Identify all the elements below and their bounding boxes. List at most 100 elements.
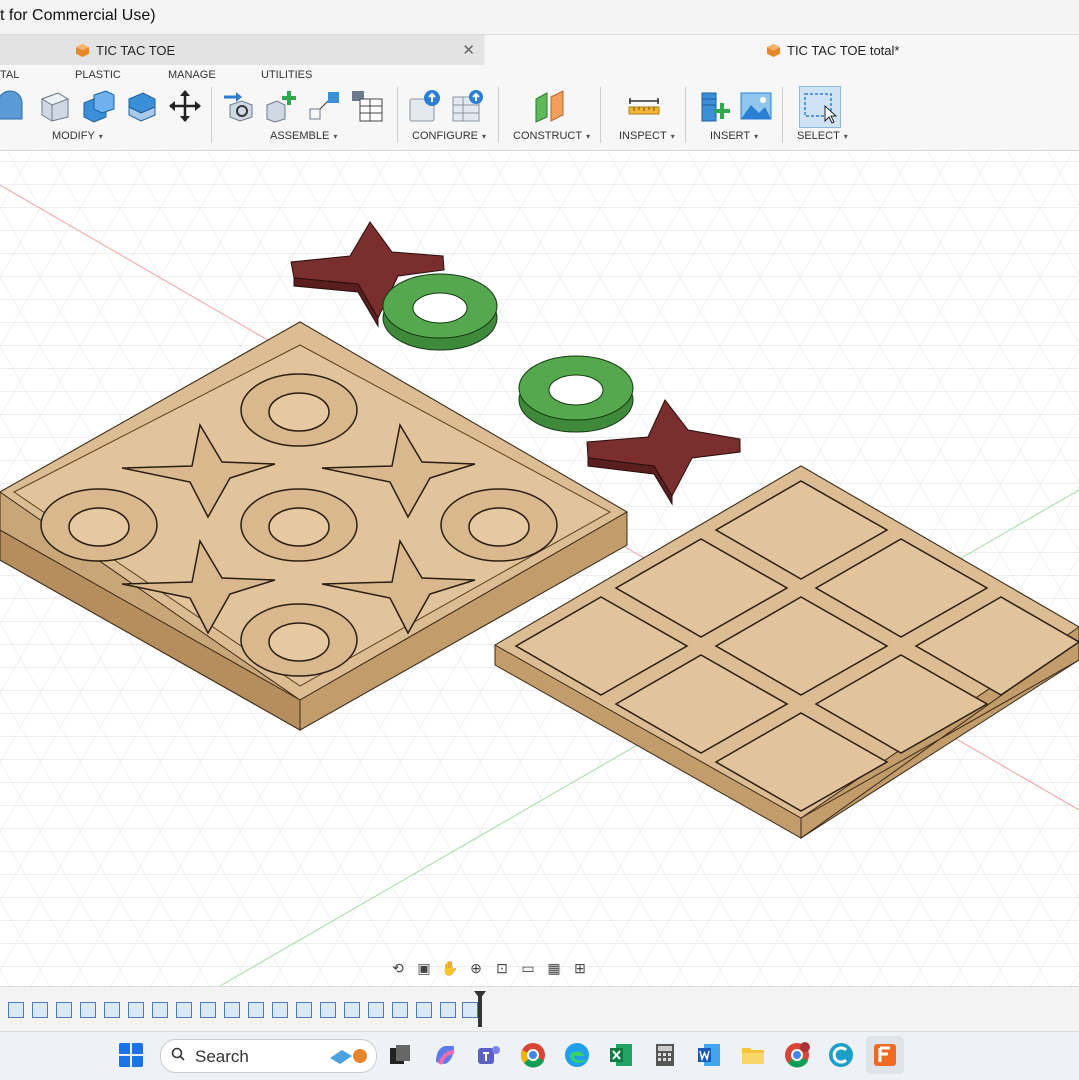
window-select-icon (804, 93, 837, 124)
grid-settings-icon[interactable]: ▦ (544, 959, 564, 977)
insert-menu[interactable]: INSERT ▾ (710, 130, 758, 142)
o-piece[interactable] (518, 355, 634, 433)
divider (600, 87, 601, 143)
timeline-feature[interactable] (462, 1002, 478, 1018)
search-highlight-icon (330, 1049, 367, 1064)
divider (211, 87, 212, 143)
timeline-feature[interactable] (392, 1002, 408, 1018)
navigation-bar: ⟲ ▣ ✋ ⊕ ⊡ ▭ ▦ ⊞ (388, 955, 590, 981)
o-piece[interactable] (382, 273, 498, 351)
timeline-feature[interactable] (8, 1002, 24, 1018)
as-built-joint-icon[interactable] (308, 89, 342, 123)
display-settings-icon[interactable]: ▭ (518, 959, 538, 977)
timeline-feature[interactable] (224, 1002, 240, 1018)
shell-icon[interactable] (125, 89, 159, 123)
word-icon[interactable] (696, 1042, 722, 1068)
close-icon[interactable]: ✕ (462, 41, 475, 59)
windows-start-icon[interactable] (118, 1042, 144, 1068)
look-at-icon[interactable]: ▣ (414, 959, 434, 977)
timeline-feature[interactable] (80, 1002, 96, 1018)
combine-icon[interactable] (82, 89, 116, 123)
timeline-feature[interactable] (320, 1002, 336, 1018)
construct-plane-icon[interactable] (533, 89, 567, 123)
copilot-icon[interactable] (432, 1042, 458, 1068)
timeline-feature[interactable] (296, 1002, 312, 1018)
chevron-down-icon: ▾ (482, 132, 487, 141)
modify-menu[interactable]: MODIFY ▾ (52, 130, 103, 142)
configure-menu[interactable]: CONFIGURE ▾ (412, 130, 486, 142)
canvas-scene[interactable] (0, 151, 1079, 986)
ribbon-tab-metal[interactable]: TAL (0, 69, 19, 81)
chrome-icon[interactable] (520, 1042, 546, 1068)
ribbon-tab-plastic[interactable]: PLASTIC (75, 69, 121, 81)
timeline-feature[interactable] (104, 1002, 120, 1018)
chrome-profile-icon[interactable] (784, 1042, 810, 1068)
viewports-icon[interactable]: ⊞ (570, 959, 590, 977)
fusion-taskbar-button[interactable] (866, 1036, 904, 1074)
timeline-feature[interactable] (152, 1002, 168, 1018)
ccleaner-icon[interactable] (828, 1042, 854, 1068)
chevron-down-icon: ▾ (843, 132, 848, 141)
ribbon-tab-manage[interactable]: MANAGE (168, 69, 216, 81)
timeline-feature[interactable] (416, 1002, 432, 1018)
select-button[interactable] (799, 86, 841, 128)
table-icon[interactable] (350, 89, 384, 123)
configuration-table-icon[interactable] (451, 89, 485, 123)
select-menu[interactable]: SELECT ▾ (797, 130, 848, 142)
tab-tic-tac-toe[interactable]: TIC TAC TOE ✕ (0, 35, 483, 65)
press-pull-icon[interactable] (0, 89, 28, 123)
insert-mcmaster-icon[interactable] (696, 89, 730, 123)
insert-label: INSERT (710, 130, 751, 142)
insert-canvas-icon[interactable] (739, 89, 773, 123)
timeline-feature[interactable] (176, 1002, 192, 1018)
new-component-icon[interactable] (222, 89, 256, 123)
timeline-feature[interactable] (368, 1002, 384, 1018)
file-explorer-icon[interactable] (740, 1042, 766, 1068)
timeline-feature[interactable] (272, 1002, 288, 1018)
construct-menu[interactable]: CONSTRUCT ▾ (513, 130, 590, 142)
timeline-feature[interactable] (200, 1002, 216, 1018)
orbit-icon[interactable]: ⟲ (388, 959, 408, 977)
timeline-marker[interactable] (474, 991, 486, 1027)
document-tab-bar: TIC TAC TOE ✕ TIC TAC TOE total* (0, 35, 1079, 65)
tab-label: TIC TAC TOE total* (787, 42, 900, 58)
inspect-label: INSPECT (619, 130, 667, 142)
move-icon[interactable] (168, 89, 202, 123)
fillet-icon[interactable] (38, 89, 72, 123)
chevron-down-icon: ▾ (586, 132, 591, 141)
divider (397, 87, 398, 143)
calculator-icon[interactable] (652, 1042, 678, 1068)
construct-label: CONSTRUCT (513, 130, 583, 142)
timeline-feature[interactable] (128, 1002, 144, 1018)
chevron-down-icon: ▾ (754, 132, 759, 141)
timeline-feature[interactable] (248, 1002, 264, 1018)
divider (498, 87, 499, 143)
tab-tic-tac-toe-total[interactable]: TIC TAC TOE total* (485, 35, 1079, 65)
search-icon (171, 1047, 185, 1061)
timeline-feature[interactable] (440, 1002, 456, 1018)
ribbon-tab-utilities[interactable]: UTILITIES (261, 69, 312, 81)
timeline-feature[interactable] (344, 1002, 360, 1018)
assemble-menu[interactable]: ASSEMBLE ▾ (270, 130, 337, 142)
excel-icon[interactable] (608, 1042, 634, 1068)
inspect-menu[interactable]: INSPECT ▾ (619, 130, 675, 142)
timeline-feature[interactable] (56, 1002, 72, 1018)
tab-label: TIC TAC TOE (96, 42, 176, 58)
divider (685, 87, 686, 143)
teams-icon[interactable] (476, 1042, 502, 1068)
pan-hand-icon[interactable]: ✋ (440, 959, 460, 977)
joint-icon[interactable] (265, 89, 299, 123)
modify-label: MODIFY (52, 130, 95, 142)
windows-taskbar: Search (0, 1031, 1079, 1080)
fit-icon[interactable]: ⊡ (492, 959, 512, 977)
edge-icon[interactable] (564, 1042, 590, 1068)
timeline[interactable] (0, 986, 1079, 1031)
search-box[interactable]: Search (160, 1039, 377, 1073)
configure-design-icon[interactable] (408, 89, 442, 123)
measure-icon[interactable] (627, 89, 661, 123)
zoom-icon[interactable]: ⊕ (466, 959, 486, 977)
task-view-icon[interactable] (387, 1042, 413, 1068)
fusion-cube-icon (76, 43, 89, 57)
timeline-feature[interactable] (32, 1002, 48, 1018)
3d-viewport[interactable]: ⟲ ▣ ✋ ⊕ ⊡ ▭ ▦ ⊞ (0, 151, 1079, 986)
